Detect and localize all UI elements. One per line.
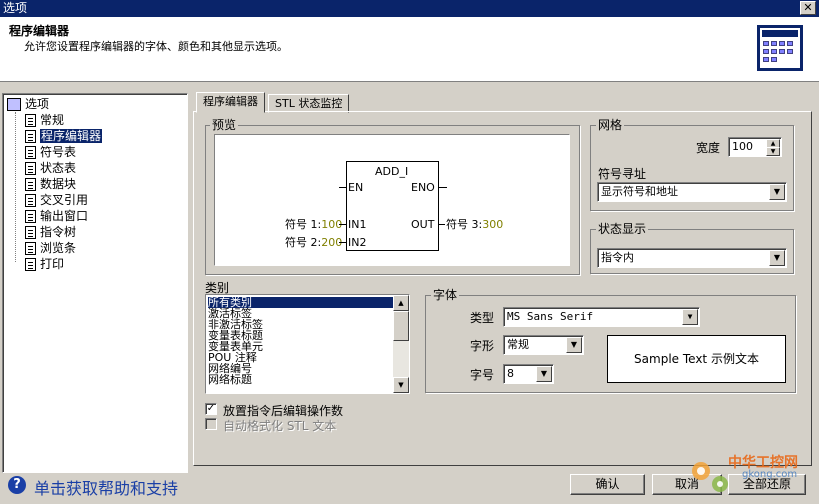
tree-item-cross-reference[interactable]: 交叉引用 [25,192,88,208]
window-title: 选项 [3,1,28,15]
chevron-down-icon[interactable]: ▼ [769,250,785,266]
chevron-down-icon[interactable]: ▼ [536,366,552,382]
list-item[interactable]: 网络标题 [208,374,394,385]
edit-after-insert-checkbox[interactable]: ✓ [205,403,217,415]
chevron-down-icon[interactable]: ▼ [566,337,582,353]
out-pin: OUT [411,218,435,231]
in2-pin: IN2 [348,236,367,249]
font-size-label: 字号 [470,368,495,382]
close-icon: ✕ [803,1,813,14]
gear-logo-icon [712,476,728,492]
document-icon [25,210,36,223]
tab-program-editor[interactable]: 程序编辑器 [196,92,265,113]
font-type-label: 类型 [470,311,495,325]
close-button[interactable]: ✕ [800,1,816,15]
tree-root-options[interactable]: 选项 [7,96,49,112]
auto-format-stl-label: 自动格式化 STL 文本 [223,419,337,433]
list-item[interactable]: POU 注释 [208,352,394,363]
scroll-thumb[interactable] [393,311,409,341]
auto-format-stl-checkbox [205,418,217,430]
gkong-watermark: 中华工控网 gkong.com [686,450,816,500]
ladder-preview: ADD_I EN ENO 符号 1:100 IN1 OUT 符号 3:300 符… [214,134,570,266]
symbol-addressing-label: 符号寻址 [598,167,647,181]
document-icon [25,258,36,271]
ok-button[interactable]: 确认 [570,474,645,495]
tree-item-status-chart[interactable]: 状态表 [25,160,76,176]
header-description: 允许您设置程序编辑器的字体、颜色和其他显示选项。 [24,40,288,53]
status-display-label: 状态显示 [596,222,649,236]
category-scrollbar[interactable]: ▲ ▼ [393,295,409,393]
scroll-up-icon[interactable]: ▲ [393,295,409,311]
chevron-down-icon[interactable]: ▼ [682,309,698,325]
document-icon [25,162,36,175]
list-item[interactable]: 变量表单元 [208,341,394,352]
eno-pin: ENO [411,181,435,194]
width-spinner[interactable]: 100 ▲ ▼ [728,137,782,157]
tree-item-print[interactable]: 打印 [25,256,64,272]
title-bar: 选项 [0,0,819,17]
tree-item-output-window[interactable]: 输出窗口 [25,208,88,224]
list-item[interactable]: 所有类别 [208,297,394,308]
document-icon [25,178,36,191]
chevron-down-icon[interactable]: ▼ [769,184,785,200]
tree-item-symbol-table[interactable]: 符号表 [25,144,76,160]
list-item[interactable]: 网络编号 [208,363,394,374]
tree-item-instruction-tree[interactable]: 指令树 [25,224,76,240]
document-icon [25,242,36,255]
preview-label: 预览 [210,118,239,132]
font-label: 字体 [431,288,460,302]
symbol-1-label: 符号 1:100 [285,218,343,231]
options-icon [7,98,21,111]
font-style-select[interactable]: 常规 ▼ [503,335,584,355]
list-item[interactable]: 变量表标题 [208,330,394,341]
document-icon [25,194,36,207]
font-size-select[interactable]: 8 ▼ [503,364,554,384]
document-icon [25,130,36,143]
help-link[interactable]: 单击获取帮助和支持 [34,475,178,499]
options-tree[interactable]: 选项 常规 程序编辑器 符号表 状态表 数据块 交叉引用 输出窗口 指令树 浏览… [2,93,188,473]
width-label: 宽度 [696,141,721,155]
list-item[interactable]: 非激活标签 [208,319,394,330]
scroll-down-icon[interactable]: ▼ [393,377,409,393]
status-display-select[interactable]: 指令内 ▼ [597,248,787,268]
tree-item-data-block[interactable]: 数据块 [25,176,76,192]
category-list[interactable]: 所有类别 激活标签 非激活标签 变量表标题 变量表单元 POU 注释 网络编号 … [205,294,410,394]
en-pin: EN [348,181,364,194]
in1-pin: IN1 [348,218,367,231]
header-title: 程序编辑器 [9,24,70,38]
program-editor-icon [757,25,803,71]
font-sample: Sample Text 示例文本 [607,335,786,383]
document-icon [25,114,36,127]
document-icon [25,226,36,239]
spin-down-icon[interactable]: ▼ [766,147,780,156]
list-item[interactable]: 激活标签 [208,308,394,319]
tree-item-program-editor[interactable]: 程序编辑器 [25,128,103,144]
symbol-addressing-select[interactable]: 显示符号和地址 ▼ [597,182,787,202]
block-name: ADD_I [375,165,409,178]
grid-label: 网格 [596,118,625,132]
tree-item-general[interactable]: 常规 [25,112,64,128]
document-icon [25,146,36,159]
font-style-label: 字形 [470,339,495,353]
font-type-select[interactable]: MS Sans Serif ▼ [503,307,700,327]
tree-item-navigation-bar[interactable]: 浏览条 [25,240,76,256]
symbol-3-label: 符号 3:300 [446,218,504,231]
help-icon[interactable]: ? [8,476,26,494]
symbol-2-label: 符号 2:200 [285,236,343,249]
dialog-header: 程序编辑器 允许您设置程序编辑器的字体、颜色和其他显示选项。 [0,17,819,82]
